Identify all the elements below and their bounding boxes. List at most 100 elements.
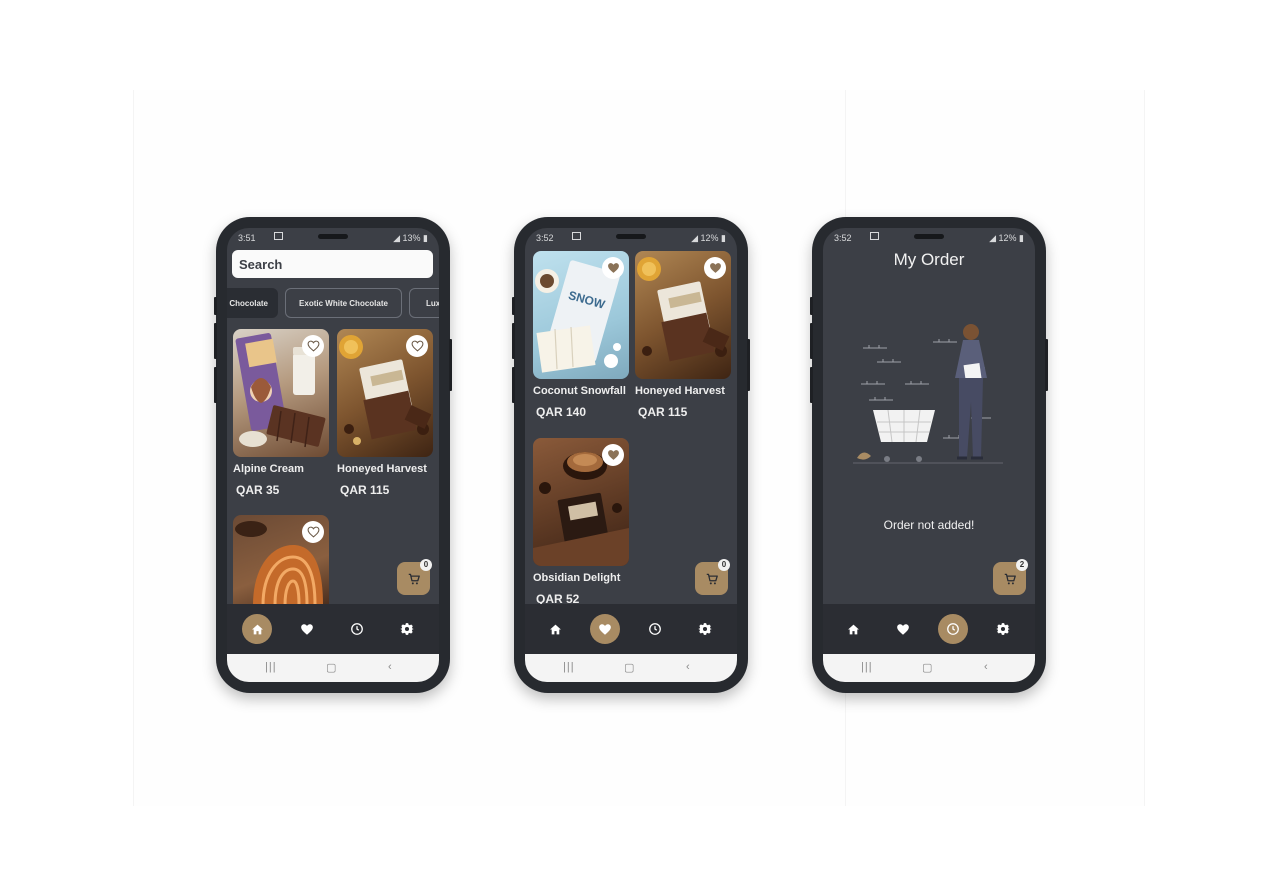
- phone-side-button: [512, 297, 515, 315]
- category-chip[interactable]: Chocolate: [227, 288, 278, 318]
- heart-icon: [607, 450, 619, 460]
- phone-home: 3:51 ◢ 13% ▮ Search Chocolate Exotic Whi…: [214, 217, 452, 693]
- product-name: Obsidian Delight: [533, 572, 621, 584]
- empty-order-message: Order not added!: [883, 518, 975, 532]
- signal-icon: ◢: [393, 233, 401, 243]
- phone-side-button: [810, 367, 813, 403]
- cart-button[interactable]: 2: [993, 559, 1028, 595]
- phone-side-button: [512, 323, 515, 359]
- cart-icon: [408, 573, 420, 584]
- nav-home[interactable]: [838, 614, 868, 644]
- status-battery: ◢ 13% ▮: [393, 233, 428, 243]
- home-icon: [847, 624, 859, 634]
- bottom-navigation: [227, 604, 439, 654]
- product-price: QAR 115: [638, 405, 688, 419]
- battery-level: 12%: [700, 233, 719, 243]
- product-image: [533, 438, 629, 566]
- gallery-icon: [870, 232, 879, 240]
- system-navigation-bar: ||| ▢ ‹: [525, 654, 737, 682]
- phone-side-button: [810, 297, 813, 315]
- favorite-card[interactable]: Honeyed Harvest QAR 115: [635, 251, 731, 419]
- product-image: [635, 251, 731, 379]
- heart-outline-icon: [411, 340, 423, 352]
- product-name: Coconut Snowfall: [533, 385, 626, 397]
- search-placeholder: Search: [239, 257, 283, 272]
- unfavorite-button[interactable]: [704, 257, 726, 279]
- recent-apps-button[interactable]: |||: [563, 661, 575, 673]
- nav-settings[interactable]: [690, 614, 720, 644]
- product-card[interactable]: [233, 515, 329, 605]
- status-bar: 3:52 ◢ 12% ▮: [536, 231, 726, 245]
- product-image: [233, 329, 329, 457]
- unfavorite-button[interactable]: [602, 444, 624, 466]
- cart-icon: [1004, 573, 1016, 584]
- category-chip-label: Lux: [426, 299, 439, 308]
- phone-orders: 3:52 ◢ 12% ▮ My Order Order not added! 2…: [810, 217, 1048, 693]
- cart-count-badge: 0: [420, 559, 432, 571]
- nav-orders[interactable]: [640, 614, 670, 644]
- phone-side-button: [512, 367, 515, 403]
- back-button[interactable]: ‹: [984, 661, 988, 673]
- clock-icon: [649, 623, 661, 635]
- nav-settings[interactable]: [392, 614, 422, 644]
- favorite-button[interactable]: [302, 521, 324, 543]
- phone-side-button: [214, 323, 217, 359]
- back-button[interactable]: ‹: [686, 661, 690, 673]
- product-image: [337, 329, 433, 457]
- favorite-button[interactable]: [302, 335, 324, 357]
- gear-icon: [996, 623, 1010, 635]
- phone-power-button: [747, 339, 750, 391]
- status-time: 3:52: [536, 233, 554, 243]
- empty-order-illustration: [853, 324, 1003, 464]
- cart-button[interactable]: 0: [695, 559, 730, 595]
- nav-home[interactable]: [242, 614, 272, 644]
- gallery-icon: [572, 232, 581, 240]
- phone-favorites: 3:52 ◢ 12% ▮ SNOW Coconut Snowfall QAR 1…: [512, 217, 750, 693]
- home-icon: [251, 624, 263, 634]
- favorite-card[interactable]: Obsidian Delight QAR 52: [533, 438, 629, 606]
- status-bar: 3:52 ◢ 12% ▮: [834, 231, 1024, 245]
- home-system-button[interactable]: ▢: [922, 661, 932, 674]
- nav-home[interactable]: [540, 614, 570, 644]
- orders-screen: 3:52 ◢ 12% ▮ My Order Order not added! 2…: [823, 228, 1035, 682]
- status-battery: ◢ 12% ▮: [989, 233, 1024, 243]
- nav-favorites[interactable]: [888, 614, 918, 644]
- back-button[interactable]: ‹: [388, 661, 392, 673]
- nav-favorites[interactable]: [590, 614, 620, 644]
- phone-power-button: [449, 339, 452, 391]
- favorite-card[interactable]: SNOW Coconut Snowfall QAR 140: [533, 251, 629, 419]
- cart-button[interactable]: 0: [397, 559, 432, 595]
- nav-settings[interactable]: [988, 614, 1018, 644]
- search-input[interactable]: Search: [232, 250, 433, 278]
- category-chip[interactable]: Lux: [409, 288, 439, 318]
- system-navigation-bar: ||| ▢ ‹: [227, 654, 439, 682]
- product-card[interactable]: Honeyed Harvest QAR 115: [337, 329, 433, 497]
- product-price: QAR 115: [340, 483, 390, 497]
- home-system-button[interactable]: ▢: [624, 661, 634, 674]
- system-navigation-bar: ||| ▢ ‹: [823, 654, 1035, 682]
- status-time: 3:51: [238, 233, 256, 243]
- category-chips: Chocolate Exotic White Chocolate Lux: [227, 288, 439, 320]
- nav-orders[interactable]: [938, 614, 968, 644]
- product-name: Honeyed Harvest: [635, 385, 725, 397]
- gear-icon: [698, 623, 712, 635]
- category-chip[interactable]: Exotic White Chocolate: [285, 288, 402, 318]
- recent-apps-button[interactable]: |||: [265, 661, 277, 673]
- recent-apps-button[interactable]: |||: [861, 661, 873, 673]
- phone-side-button: [214, 367, 217, 403]
- battery-level: 12%: [998, 233, 1017, 243]
- home-system-button[interactable]: ▢: [326, 661, 336, 674]
- gear-icon: [400, 623, 414, 635]
- heart-outline-icon: [307, 526, 319, 538]
- product-name: Honeyed Harvest: [337, 463, 427, 475]
- favorites-screen: 3:52 ◢ 12% ▮ SNOW Coconut Snowfall QAR 1…: [525, 228, 737, 682]
- phone-side-button: [214, 297, 217, 315]
- gallery-icon: [274, 232, 283, 240]
- unfavorite-button[interactable]: [602, 257, 624, 279]
- product-card[interactable]: Alpine Cream QAR 35: [233, 329, 329, 497]
- clock-icon: [351, 623, 363, 635]
- nav-orders[interactable]: [342, 614, 372, 644]
- favorite-button[interactable]: [406, 335, 428, 357]
- nav-favorites[interactable]: [292, 614, 322, 644]
- cart-count-badge: 2: [1016, 559, 1028, 571]
